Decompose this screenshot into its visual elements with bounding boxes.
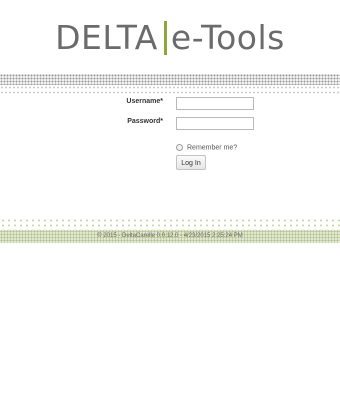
logo-delta-text: DELTA [55, 18, 158, 57]
footer-copyright: © 2015 - DeltaCarelle 0.0.12.0 - 4/23/20… [97, 233, 243, 239]
login-button[interactable]: Log In [176, 155, 206, 170]
remember-me-checkbox[interactable] [176, 144, 183, 152]
password-input[interactable] [176, 117, 254, 130]
password-label: Password* [127, 118, 163, 125]
delta-etools-logo: DELTA e-Tools [0, 14, 340, 62]
logo-separator [163, 21, 167, 55]
login-page: DELTA e-Tools Username* Password* Remembe… [0, 0, 340, 411]
remember-me-label[interactable]: Remember me? [187, 144, 237, 151]
header-dot-band-fade [0, 85, 340, 96]
footer-dot-band-sparse [0, 218, 340, 230]
logo-etools-text: e-Tools [170, 18, 285, 57]
username-input[interactable] [176, 97, 254, 110]
password-row: Password* [0, 117, 340, 133]
remember-me-option[interactable]: Remember me? [176, 139, 237, 152]
username-label: Username* [126, 98, 163, 105]
username-row: Username* [0, 97, 340, 113]
